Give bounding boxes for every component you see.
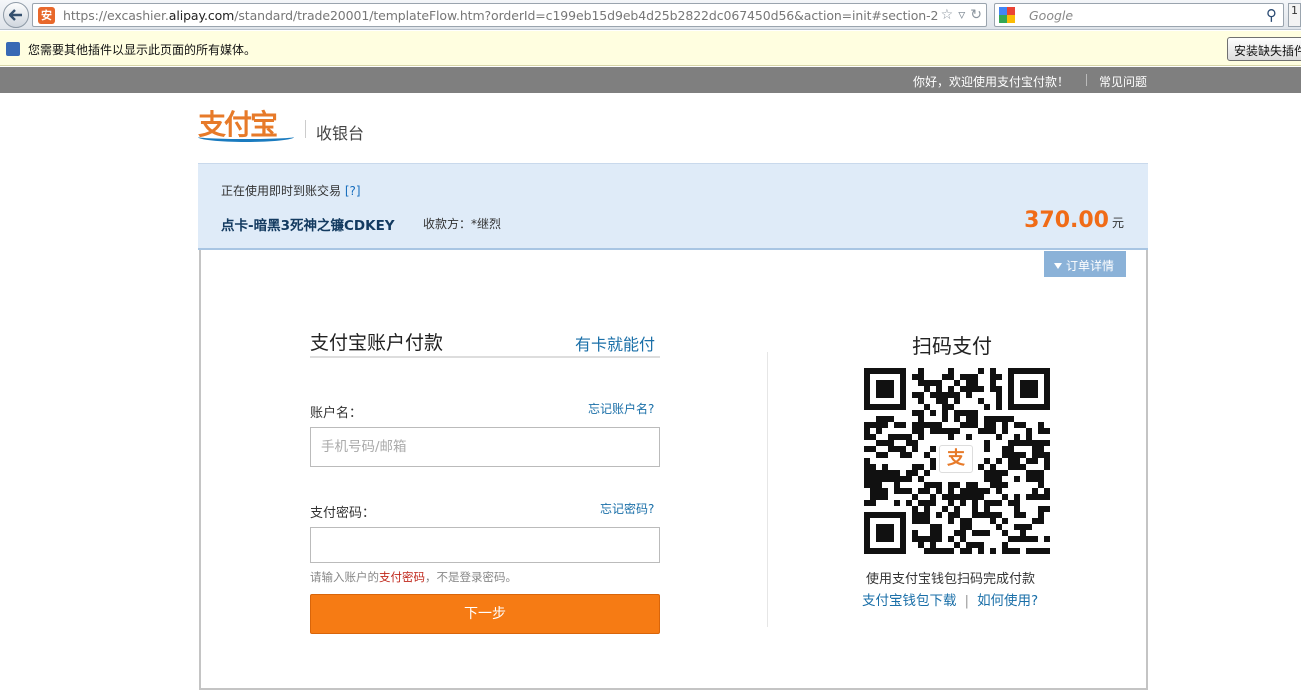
order-amount: 370.00 元 — [1024, 208, 1124, 233]
order-detail-label: 订单详情 — [1066, 259, 1115, 273]
url-actions: ☆ ▿ ↻ — [941, 7, 982, 23]
order-status: 正在使用即时到账交易 [?] — [221, 182, 361, 199]
how-to-use-link[interactable]: 如何使用? — [977, 593, 1038, 609]
trade-type-text: 正在使用即时到账交易 — [221, 184, 342, 198]
plugin-icon — [6, 42, 20, 56]
qr-pay-heading: 扫码支付 — [912, 334, 992, 358]
order-detail-toggle[interactable]: 订单详情 — [1044, 251, 1126, 277]
plugin-message: 您需要其他插件以显示此页面的所有媒体。 — [28, 43, 257, 57]
url-text[interactable]: https://excashier.alipay.com/standard/tr… — [63, 8, 938, 23]
caret-down-icon — [1054, 263, 1062, 269]
header-divider — [305, 120, 306, 138]
heading-underline — [310, 356, 660, 358]
wallet-download-link[interactable]: 支付宝钱包下载 — [862, 593, 957, 609]
dropdown-chevron-icon[interactable]: ▿ — [958, 7, 965, 23]
payment-card: 订单详情 支付宝账户付款 有卡就能付 账户名： 忘记账户名? 手机号码/邮箱 支… — [199, 250, 1148, 690]
order-payee: 收款方：*继烈 — [423, 217, 502, 231]
qr-center-logo-icon: 支 — [939, 445, 973, 473]
topbar-divider — [1086, 74, 1087, 86]
currency-unit: 元 — [1111, 216, 1124, 230]
qr-links: 支付宝钱包下载 | 如何使用? — [862, 589, 1038, 609]
site-topbar: 你好，欢迎使用支付宝付款！ 常见问题 — [0, 67, 1301, 93]
google-engine-icon[interactable] — [999, 7, 1015, 23]
section-divider — [767, 352, 768, 627]
bookmark-star-icon[interactable]: ☆ — [941, 7, 954, 23]
account-label: 账户名： — [310, 406, 363, 421]
faq-link[interactable]: 常见问题 — [1099, 73, 1147, 90]
greeting-text: 你好，欢迎使用支付宝付款！ — [913, 75, 1070, 89]
account-pay-heading: 支付宝账户付款 — [310, 332, 444, 354]
search-bar[interactable]: Google ⚲ — [994, 3, 1284, 27]
link-separator: | — [964, 593, 970, 609]
account-input[interactable]: 手机号码/邮箱 — [310, 427, 660, 467]
card-pay-link[interactable]: 有卡就能付 — [575, 331, 655, 355]
reload-icon[interactable]: ↻ — [970, 7, 982, 23]
back-arrow-icon — [9, 9, 22, 21]
forgot-account-link[interactable]: 忘记账户名? — [588, 400, 654, 417]
amount-value: 370.00 — [1024, 208, 1109, 233]
plugin-notification-bar: 您需要其他插件以显示此页面的所有媒体。 安装缺失插件 — [0, 31, 1301, 66]
site-security-icon[interactable]: 安 — [38, 7, 55, 24]
forgot-password-link[interactable]: 忘记密码? — [600, 500, 654, 517]
alipay-logo[interactable]: 支付宝 — [198, 108, 298, 144]
install-plugin-button[interactable]: 安装缺失插件 — [1227, 37, 1301, 61]
qr-caption: 使用支付宝钱包扫码完成付款 — [866, 572, 1036, 587]
search-icon[interactable]: ⚲ — [1266, 6, 1277, 24]
browser-navbar: 安 https://excashier.alipay.com/standard/… — [0, 0, 1301, 30]
order-title: 点卡-暗黑3死神之镰CDKEY — [221, 218, 395, 234]
next-step-button[interactable]: 下一步 — [310, 594, 660, 634]
logo-swoosh — [198, 132, 294, 142]
back-button[interactable] — [3, 2, 29, 28]
trade-help-link[interactable]: [?] — [345, 184, 361, 198]
toolbar-edge-button[interactable]: 1 — [1288, 3, 1301, 27]
order-banner: 正在使用即时到账交易 [?] 点卡-暗黑3死神之镰CDKEY 收款方：*继烈 3… — [198, 163, 1148, 250]
password-label: 支付密码： — [310, 506, 376, 521]
search-placeholder: Google — [1029, 8, 1074, 23]
password-input[interactable] — [310, 527, 660, 563]
address-bar[interactable]: 安 https://excashier.alipay.com/standard/… — [32, 3, 987, 27]
cashier-title: 收银台 — [316, 124, 365, 143]
password-hint: 请输入账户的支付密码，不是登录密码。 — [310, 570, 517, 584]
